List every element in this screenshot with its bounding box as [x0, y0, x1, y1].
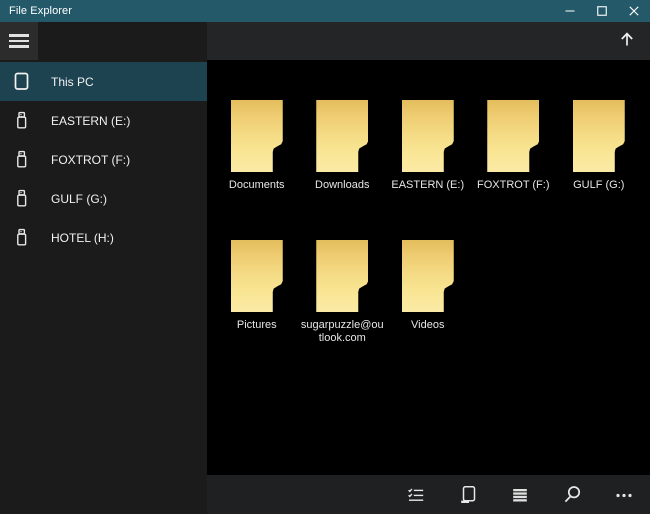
folder-label: Documents [215, 179, 299, 192]
folder-icon [573, 100, 625, 172]
folder-icon [231, 240, 283, 312]
maximize-icon [597, 6, 607, 16]
folder-label: Pictures [215, 319, 299, 332]
bottom-command-bar [207, 475, 650, 514]
sidebar-item-label: This PC [51, 75, 94, 89]
title-bar: File Explorer [0, 0, 650, 22]
folder-label: Downloads [300, 179, 384, 192]
folder-label: GULF (G:) [557, 179, 641, 192]
folder-grid: Documents Downloads EASTERN (E:) FOXTROT… [207, 60, 650, 380]
nav-left-pane [0, 22, 207, 60]
search-button[interactable] [546, 475, 598, 514]
more-icon [614, 486, 634, 504]
sidebar-item-eastern-drive[interactable]: EASTERN (E:) [0, 101, 207, 140]
folder-item-eastern-drive[interactable]: EASTERN (E:) [385, 100, 471, 240]
device-button[interactable] [442, 475, 494, 514]
list-view-button[interactable] [494, 475, 546, 514]
list-view-icon [511, 486, 529, 504]
folder-item-downloads[interactable]: Downloads [300, 100, 386, 240]
folder-item-gulf-drive[interactable]: GULF (G:) [556, 100, 642, 240]
sidebar-item-label: EASTERN (E:) [51, 114, 130, 128]
up-arrow-icon [618, 30, 636, 53]
sidebar-item-foxtrot-drive[interactable]: FOXTROT (F:) [0, 140, 207, 179]
close-icon [629, 6, 639, 16]
folder-icon [316, 240, 368, 312]
usb-drive-icon [13, 189, 30, 208]
device-icon [459, 485, 478, 504]
usb-drive-icon [13, 150, 30, 169]
folder-label: FOXTROT (F:) [471, 179, 555, 192]
more-button[interactable] [598, 475, 650, 514]
folder-item-documents[interactable]: Documents [214, 100, 300, 240]
sidebar-item-label: FOXTROT (F:) [51, 153, 130, 167]
folder-label: sugarpuzzle@outlook.com [300, 319, 384, 345]
search-icon [563, 485, 582, 504]
minimize-icon [565, 6, 575, 16]
hamburger-menu-button[interactable] [0, 22, 38, 60]
folder-view: Documents Downloads EASTERN (E:) FOXTROT… [207, 60, 650, 475]
folder-label: EASTERN (E:) [386, 179, 470, 192]
sidebar: This PC EASTERN (E:) FOXTROT (F:) [0, 60, 207, 514]
folder-item-pictures[interactable]: Pictures [214, 240, 300, 380]
sidebar-item-gulf-drive[interactable]: GULF (G:) [0, 179, 207, 218]
multi-select-icon [407, 486, 425, 504]
window-title: File Explorer [0, 5, 554, 17]
folder-item-sugarpuzzle-account[interactable]: sugarpuzzle@outlook.com [300, 240, 386, 380]
folder-icon [402, 100, 454, 172]
navigation-row [0, 22, 650, 60]
sidebar-item-label: GULF (G:) [51, 192, 107, 206]
nav-command-bar [207, 22, 650, 60]
folder-item-foxtrot-drive[interactable]: FOXTROT (F:) [471, 100, 557, 240]
folder-icon [402, 240, 454, 312]
folder-icon [231, 100, 283, 172]
folder-label: Videos [386, 319, 470, 332]
folder-item-videos[interactable]: Videos [385, 240, 471, 380]
pc-tablet-icon [13, 72, 30, 91]
minimize-button[interactable] [554, 0, 586, 22]
usb-drive-icon [13, 228, 30, 247]
navigate-up-button[interactable] [604, 22, 650, 60]
folder-icon [316, 100, 368, 172]
multi-select-button[interactable] [390, 475, 442, 514]
file-explorer-window: File Explorer [0, 0, 650, 514]
close-button[interactable] [618, 0, 650, 22]
sidebar-item-hotel-drive[interactable]: HOTEL (H:) [0, 218, 207, 257]
sidebar-item-this-pc[interactable]: This PC [0, 62, 207, 101]
folder-icon [487, 100, 539, 172]
maximize-button[interactable] [586, 0, 618, 22]
sidebar-item-label: HOTEL (H:) [51, 231, 114, 245]
usb-drive-icon [13, 111, 30, 130]
